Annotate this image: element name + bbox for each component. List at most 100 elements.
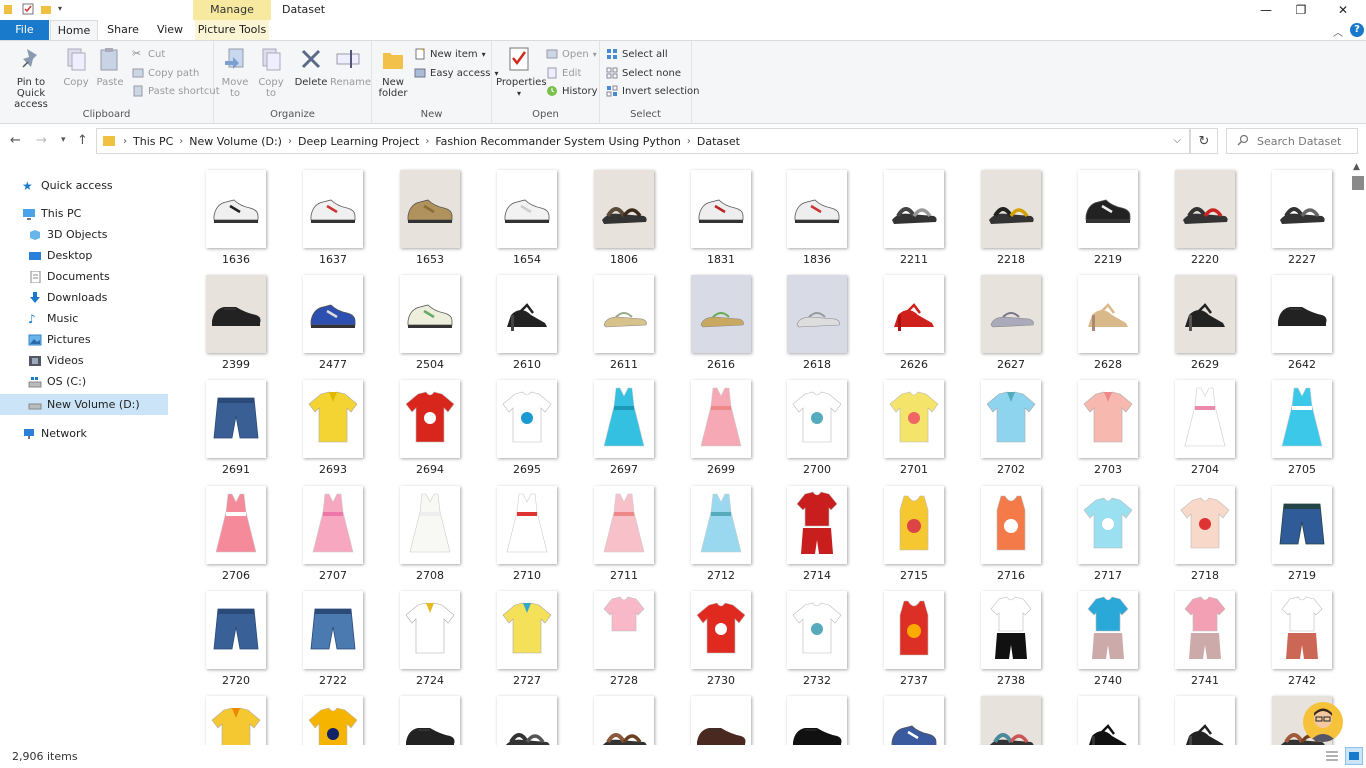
select-all-button[interactable]: Select all [606,48,668,60]
nav-desktop[interactable]: Desktop [0,245,168,266]
manage-contextual-tab[interactable]: Manage [193,0,271,20]
file-tile[interactable]: 2728 [576,581,672,687]
file-tile[interactable]: 2708 [382,476,478,582]
file-tile[interactable]: 2701 [866,370,962,476]
refresh-button[interactable]: ↻ [1190,128,1218,154]
nav-pictures[interactable]: Pictures [0,329,168,350]
file-tile[interactable]: 2477 [285,265,381,371]
file-tile[interactable]: 2702 [963,370,1059,476]
breadcrumb-this-pc[interactable]: This PC [129,135,177,148]
file-tile[interactable]: 2732 [769,581,865,687]
file-tile[interactable]: 2718 [1157,476,1253,582]
file-tile[interactable]: 2618 [769,265,865,371]
pin-to-quick-access-button[interactable]: Pin to Quick access [4,45,58,110]
file-tile[interactable]: 2711 [576,476,672,582]
file-tile[interactable]: 1637 [285,160,381,266]
properties-checkbox-icon[interactable] [22,3,34,15]
file-tile[interactable]: 2727 [479,581,575,687]
file-tile[interactable]: 2691 [188,370,284,476]
nav-os-c[interactable]: OS (C:) [0,371,168,392]
file-tile[interactable]: 2703 [1060,370,1156,476]
file-tile[interactable]: 2724 [382,581,478,687]
paste-shortcut-button[interactable]: Paste shortcut [132,85,220,97]
file-tile[interactable]: 1831 [673,160,769,266]
search-box[interactable]: Search Dataset [1226,128,1358,154]
file-tile[interactable] [673,686,769,745]
file-tile[interactable]: 2642 [1254,265,1350,371]
nav-quick-access[interactable]: ★ Quick access [0,175,168,196]
breadcrumb-dataset[interactable]: Dataset [693,135,744,148]
tab-file[interactable]: File [0,20,49,40]
copy-path-button[interactable]: Copy path [132,67,199,79]
nav-this-pc[interactable]: This PC [0,203,168,224]
file-tile[interactable]: 2720 [188,581,284,687]
nav-downloads[interactable]: Downloads [0,287,168,308]
file-tile[interactable]: 2693 [285,370,381,476]
file-tile[interactable]: 2219 [1060,160,1156,266]
history-button[interactable]: History [546,85,598,97]
select-none-button[interactable]: Select none [606,67,681,79]
file-tile[interactable]: 1636 [188,160,284,266]
file-tile[interactable] [963,686,1059,745]
help-icon[interactable]: ? [1350,23,1364,37]
file-tile[interactable]: 2717 [1060,476,1156,582]
file-tile[interactable]: 2742 [1254,581,1350,687]
tab-view[interactable]: View [148,20,192,40]
details-view-icon[interactable] [1325,749,1339,763]
file-tile[interactable]: 2399 [188,265,284,371]
edit-button[interactable]: Edit [546,67,581,79]
file-tile[interactable]: 1653 [382,160,478,266]
breadcrumb-separator-icon[interactable]: › [423,136,431,147]
nav-videos[interactable]: Videos [0,350,168,371]
file-tile[interactable]: 2628 [1060,265,1156,371]
file-tile[interactable]: 2616 [673,265,769,371]
file-tile[interactable]: 2629 [1157,265,1253,371]
file-tile[interactable]: 2697 [576,370,672,476]
invert-selection-button[interactable]: Invert selection [606,85,700,97]
file-tile[interactable] [1157,686,1253,745]
file-tile[interactable]: 2705 [1254,370,1350,476]
rename-button[interactable]: Rename [330,45,371,88]
collapse-ribbon-icon[interactable]: ︿ [1333,24,1343,39]
file-tile[interactable]: 2707 [285,476,381,582]
large-icons-view-icon[interactable] [1345,747,1363,765]
file-tile[interactable]: 2626 [866,265,962,371]
file-tile[interactable]: 2627 [963,265,1059,371]
properties-button[interactable]: Properties ▾ [496,45,547,99]
file-tile[interactable] [285,686,381,745]
address-bar[interactable]: › This PC › New Volume (D:) › Deep Learn… [96,128,1190,154]
file-tile[interactable]: 1836 [769,160,865,266]
file-tile[interactable]: 2716 [963,476,1059,582]
nav-documents[interactable]: Documents [0,266,168,287]
open-button[interactable]: Open ▾ [546,48,597,60]
file-tile[interactable]: 2706 [188,476,284,582]
file-tile[interactable]: 2719 [1254,476,1350,582]
copy-to-button[interactable]: Copy to [256,45,286,99]
file-tile[interactable]: 2695 [479,370,575,476]
file-tile[interactable] [479,686,575,745]
breadcrumb-deep-learning-project[interactable]: Deep Learning Project [294,135,423,148]
breadcrumb-fashion-recommander[interactable]: Fashion Recommander System Using Python [431,135,685,148]
tab-picture-tools[interactable]: Picture Tools [195,20,269,40]
file-tile[interactable]: 2610 [479,265,575,371]
address-dropdown-chevron-icon[interactable]: ⌵ [1173,135,1181,146]
tab-home[interactable]: Home [50,20,98,40]
file-tile[interactable] [382,686,478,745]
file-tile[interactable]: 2227 [1254,160,1350,266]
move-to-button[interactable]: Move to [220,45,250,99]
file-tile[interactable]: 2211 [866,160,962,266]
scrollbar-thumb[interactable] [1352,176,1364,190]
nav-3d-objects[interactable]: 3D Objects [0,224,168,245]
customize-qat-icon[interactable]: ▾ [58,3,70,15]
recent-locations-chevron-icon[interactable]: ▾ [61,135,66,145]
easy-access-button[interactable]: Easy access ▾ [414,67,498,79]
file-tile[interactable]: 2722 [285,581,381,687]
maximize-button[interactable]: ❐ [1281,0,1321,20]
file-tile[interactable] [866,686,962,745]
file-tile[interactable]: 2714 [769,476,865,582]
new-folder-qat-icon[interactable] [40,3,52,15]
file-tile[interactable]: 2504 [382,265,478,371]
vertical-scrollbar[interactable]: ▲ [1350,160,1366,745]
paste-button[interactable]: Paste [96,45,124,88]
nav-new-volume[interactable]: New Volume (D:) [0,394,168,415]
